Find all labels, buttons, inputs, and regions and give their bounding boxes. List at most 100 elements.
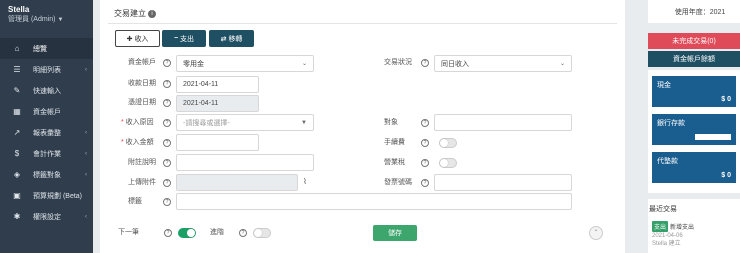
- note-input[interactable]: [176, 154, 314, 171]
- account-card-advance[interactable]: 代墊款 $ 0: [652, 152, 736, 183]
- attach-input[interactable]: [176, 174, 298, 191]
- user-block[interactable]: Stella 管理員 (Admin) ▼: [0, 0, 93, 30]
- card-title: 交易建立 i: [114, 8, 156, 19]
- help-icon[interactable]: ?: [164, 229, 172, 237]
- sidebar-item-permissions[interactable]: ✱ 權限設定 ‹: [0, 206, 93, 227]
- arrows-icon: ⇄: [220, 35, 227, 43]
- pending-transactions-button[interactable]: 未完成交易(0): [648, 33, 740, 49]
- tab-expense[interactable]: − 支出: [162, 30, 206, 47]
- note-label: 附註說明: [128, 159, 156, 166]
- help-icon[interactable]: ?: [163, 179, 171, 187]
- help-icon[interactable]: ?: [163, 198, 171, 206]
- invoice-input[interactable]: [434, 174, 572, 191]
- save-button[interactable]: 儲存: [373, 225, 417, 241]
- tag-input[interactable]: [176, 193, 572, 210]
- card-title-text: 交易建立: [114, 9, 146, 18]
- fee-toggle[interactable]: [439, 138, 457, 148]
- right-panel: 使用年度：2021 未完成交易(0) 資金帳戶餘額 現金 $ 0 銀行存款 代墊…: [648, 0, 740, 253]
- sidebar-item-detail-list[interactable]: ☰ 明細列表 ‹: [0, 59, 93, 80]
- account-card-bank[interactable]: 銀行存款: [652, 114, 736, 145]
- sidebar-item-quick-entry[interactable]: ✎ 快速輸入: [0, 80, 93, 101]
- sidebar-item-label: 標籤對象: [33, 171, 61, 179]
- reason-placeholder: -請搜尋或選擇-: [183, 119, 230, 127]
- expense-badge: 支出: [652, 221, 669, 232]
- help-icon[interactable]: ?: [421, 59, 429, 67]
- receive-date-input[interactable]: 2021-04-11: [176, 76, 259, 93]
- user-name: Stella: [8, 5, 30, 14]
- user-role: 管理員 (Admin): [8, 16, 56, 23]
- reason-label: * 收入原因: [121, 119, 154, 126]
- amount-input[interactable]: [176, 134, 259, 151]
- help-icon[interactable]: ?: [163, 59, 171, 67]
- tab-expense-label: 支出: [180, 35, 195, 43]
- next-toggle[interactable]: [178, 228, 196, 238]
- list-icon: ☰: [13, 65, 21, 74]
- chevron-left-icon: ‹: [85, 150, 87, 157]
- sidebar-item-reports[interactable]: ↗ 報表彙整 ‹: [0, 122, 93, 143]
- account-name: 現金: [657, 82, 671, 89]
- chevron-up-icon[interactable]: ⌃: [589, 226, 603, 240]
- help-icon[interactable]: ?: [421, 139, 429, 147]
- recent-date: 2021-04-06: [652, 233, 683, 239]
- reason-select[interactable]: -請搜尋或選擇- ▼: [176, 114, 314, 131]
- help-icon[interactable]: ?: [163, 139, 171, 147]
- tab-transfer[interactable]: ⇄ 移轉: [209, 30, 254, 47]
- account-value: 零用金: [183, 60, 204, 68]
- invoice-label: 發票號碼: [384, 179, 412, 186]
- entry-date-input: 2021-04-11: [176, 95, 259, 112]
- help-icon[interactable]: ?: [163, 159, 171, 167]
- sidebar-item-overview[interactable]: ⌂ 總覽: [0, 38, 93, 59]
- account-select[interactable]: 零用金 ⌄: [176, 55, 314, 72]
- list-item[interactable]: 支出 新增支出 2021-04-06 Stella 建立: [652, 221, 694, 248]
- tax-label: 營業稅: [384, 159, 405, 166]
- transaction-card: 交易建立 i ✚ 收入 − 支出 ⇄ 移轉 資金帳戶 ? 零用金 ⌄ 交易狀況 ? 同日收…: [100, 0, 625, 253]
- caret-down-icon: ▼: [301, 119, 307, 126]
- sidebar-item-accounts[interactable]: ▦ 資金帳戶: [0, 101, 93, 122]
- tag-icon: ◈: [13, 170, 21, 179]
- status-select[interactable]: 同日收入 ⌄: [434, 55, 572, 72]
- help-icon[interactable]: ?: [163, 99, 171, 107]
- tax-toggle[interactable]: [439, 158, 457, 168]
- info-icon[interactable]: i: [148, 9, 156, 18]
- advanced-toggle[interactable]: [253, 228, 271, 238]
- paperclip-icon[interactable]: ⌇: [303, 177, 307, 186]
- chevron-left-icon: ‹: [85, 213, 87, 220]
- entry-date-label: 憑證日期: [128, 99, 156, 106]
- chevron-left-icon: ‹: [85, 129, 87, 136]
- sidebar-item-budget[interactable]: ▣ 預算規劃 (Beta): [0, 185, 93, 206]
- help-icon[interactable]: ?: [421, 119, 429, 127]
- sidebar-item-tags[interactable]: ◈ 標籤對象 ‹: [0, 164, 93, 185]
- recent-title: 最近交易: [649, 206, 677, 213]
- account-balance-button[interactable]: 資金帳戶餘額: [648, 51, 740, 67]
- chevron-down-icon: ⌄: [559, 61, 565, 67]
- chevron-left-icon: ‹: [85, 66, 87, 73]
- help-icon[interactable]: ?: [421, 159, 429, 167]
- target-input[interactable]: [434, 114, 572, 131]
- receive-date-label: 收款日期: [128, 80, 156, 87]
- sidebar-item-label: 總覽: [33, 45, 47, 53]
- pencil-icon: ✎: [13, 86, 21, 95]
- advanced-label: 進階: [210, 229, 224, 236]
- sidebar-item-accounting[interactable]: $ 會計作業 ‹: [0, 143, 93, 164]
- next-label: 下一筆: [118, 229, 139, 236]
- account-card-cash[interactable]: 現金 $ 0: [652, 76, 736, 107]
- help-icon[interactable]: ?: [163, 80, 171, 88]
- caret-down-icon[interactable]: ▼: [57, 17, 63, 23]
- chart-icon: ↗: [13, 128, 21, 137]
- tab-income[interactable]: ✚ 收入: [115, 30, 160, 47]
- chevron-left-icon: ‹: [85, 171, 87, 178]
- status-value: 同日收入: [441, 60, 469, 68]
- help-icon[interactable]: ?: [163, 119, 171, 127]
- recent-transactions: 最近交易 支出 新增支出 2021-04-06 Stella 建立: [648, 199, 740, 253]
- sidebar-item-label: 會計作業: [33, 150, 61, 158]
- status-label: 交易狀況: [384, 59, 412, 66]
- home-icon: ⌂: [14, 44, 20, 53]
- sidebar-item-label: 快速輸入: [33, 87, 61, 95]
- account-balance: $ 0: [721, 172, 731, 179]
- help-icon[interactable]: ?: [421, 179, 429, 187]
- recent-desc: 新增支出: [670, 225, 695, 231]
- sidebar-item-label: 權限設定: [33, 213, 61, 221]
- minus-icon: −: [173, 35, 179, 42]
- help-icon[interactable]: ?: [239, 229, 247, 237]
- account-name: 銀行存款: [657, 120, 685, 127]
